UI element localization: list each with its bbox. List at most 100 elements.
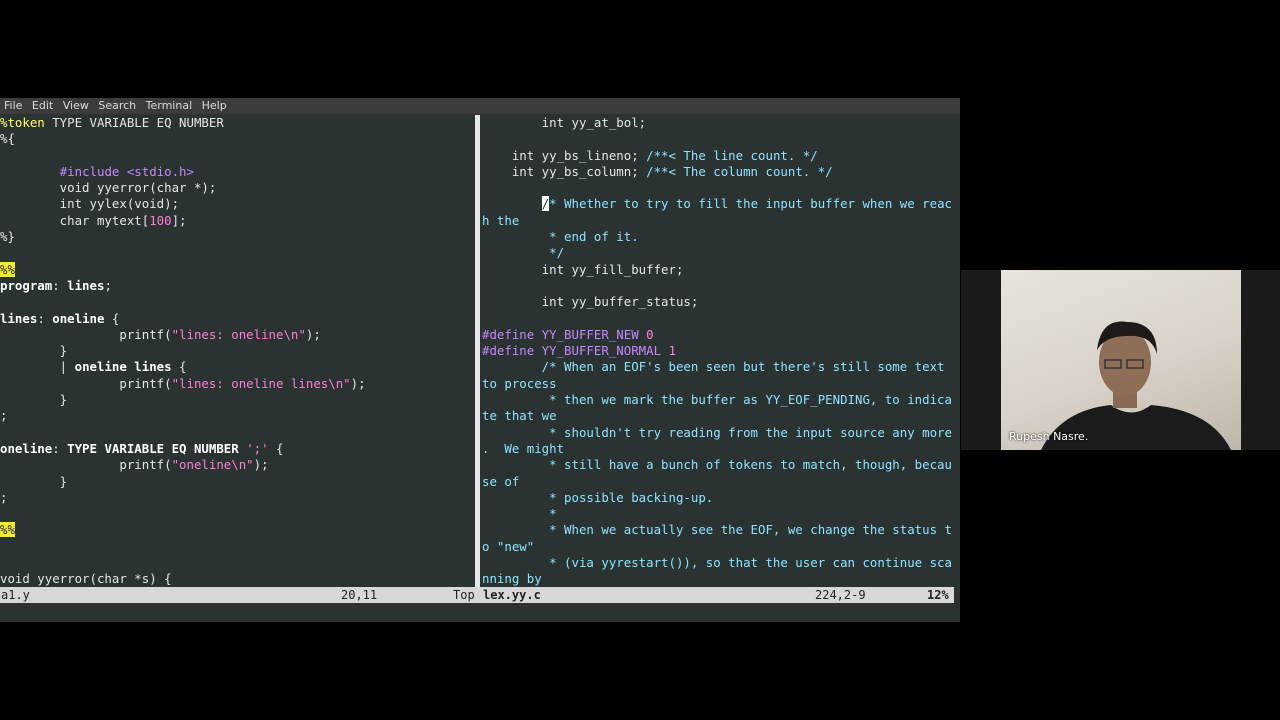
code-line: int yylex(void); bbox=[0, 196, 474, 212]
code-line: * (via yyrestart()), so that the user ca… bbox=[482, 555, 954, 571]
code-token: se of bbox=[482, 473, 520, 489]
code-line: h the bbox=[482, 213, 954, 229]
code-line: #define YY_BUFFER_NEW 0 bbox=[482, 327, 954, 343]
code-line: program: lines; bbox=[0, 278, 474, 294]
code-token: printf( bbox=[0, 375, 172, 391]
code-token: #define YY_BUFFER_NEW bbox=[482, 326, 647, 342]
code-token: ); bbox=[305, 326, 321, 342]
menu-search[interactable]: Search bbox=[98, 99, 136, 112]
code-token: : bbox=[37, 310, 53, 326]
code-token: . We might bbox=[482, 440, 565, 456]
code-token: lines bbox=[67, 277, 105, 293]
code-token: int yy_bs_lineno; bbox=[482, 147, 647, 163]
code-line: printf("oneline\n"); bbox=[0, 457, 474, 473]
code-token: ); bbox=[350, 375, 366, 391]
code-token: : bbox=[52, 277, 68, 293]
code-token: * end of it. bbox=[482, 229, 639, 245]
right-scroll-position: 12% bbox=[927, 588, 949, 602]
code-token: void yyerror(char *); bbox=[0, 180, 217, 196]
code-line: to process bbox=[482, 376, 954, 392]
code-line: | oneline lines { bbox=[0, 359, 474, 375]
code-token: /**< The column count. */ bbox=[646, 163, 833, 179]
code-token: * then we mark the buffer as YY_EOF_PEND… bbox=[482, 392, 952, 408]
code-token: %token bbox=[0, 115, 45, 130]
code-token: %{ bbox=[0, 131, 15, 147]
code-token: TYPE VARIABLE EQ NUMBER bbox=[67, 440, 239, 456]
menu-help[interactable]: Help bbox=[202, 99, 227, 112]
menu-bar: File Edit View Search Terminal Help bbox=[0, 98, 960, 114]
menu-edit[interactable]: Edit bbox=[32, 99, 53, 112]
code-line: /* Whether to try to fill the input buff… bbox=[482, 196, 954, 212]
code-token: int yylex(void); bbox=[0, 196, 180, 212]
right-editor-pane[interactable]: int yy_at_bol; int yy_bs_lineno; /**< Th… bbox=[482, 115, 954, 588]
code-line: ; bbox=[0, 408, 474, 424]
code-token: oneline bbox=[0, 440, 53, 456]
code-token: * (via yyrestart()), so that the user ca… bbox=[482, 555, 952, 571]
code-line: int yy_at_bol; bbox=[482, 115, 954, 131]
code-line: printf("lines: oneline\n"); bbox=[0, 327, 474, 343]
code-line: %token TYPE VARIABLE EQ NUMBER bbox=[0, 115, 474, 131]
participant-name: Rupesh Nasre. bbox=[1009, 430, 1089, 443]
menu-terminal[interactable]: Terminal bbox=[146, 99, 193, 112]
left-file-name: a1.y bbox=[1, 588, 30, 602]
code-token: ';' bbox=[246, 440, 269, 456]
code-line: . We might bbox=[482, 441, 954, 457]
code-token: to process bbox=[482, 375, 557, 391]
code-token: "lines: oneline lines\n" bbox=[171, 375, 351, 391]
code-line: int yy_fill_buffer; bbox=[482, 262, 954, 278]
code-token: } bbox=[0, 392, 68, 408]
code-token: : bbox=[52, 440, 68, 456]
menu-file[interactable]: File bbox=[4, 99, 22, 112]
code-token: ]; bbox=[171, 212, 187, 228]
code-token: printf( bbox=[0, 457, 172, 473]
code-token: 1 bbox=[668, 343, 676, 359]
code-token: 100 bbox=[149, 212, 172, 228]
code-token: int yy_bs_column; bbox=[482, 163, 647, 179]
code-token: int yy_fill_buffer; bbox=[482, 261, 684, 277]
code-line: int yy_buffer_status; bbox=[482, 294, 954, 310]
code-token: */ bbox=[482, 245, 565, 261]
code-token: "lines: oneline\n" bbox=[171, 326, 306, 342]
code-line: */ bbox=[482, 245, 954, 261]
vertical-split-divider[interactable] bbox=[475, 115, 480, 588]
code-token: * Whether to try to fill the input buffe… bbox=[549, 196, 952, 212]
menu-view[interactable]: View bbox=[63, 99, 89, 112]
left-editor-pane[interactable]: %token TYPE VARIABLE EQ NUMBER %{ #includ… bbox=[0, 115, 474, 588]
code-token: ); bbox=[253, 457, 269, 473]
code-line: char mytext[100]; bbox=[0, 213, 474, 229]
webcam-tile: Rupesh Nasre. bbox=[961, 270, 1280, 450]
code-token: * still have a bunch of tokens to match,… bbox=[482, 457, 952, 473]
code-token: ; bbox=[104, 277, 112, 293]
code-line: o "new" bbox=[482, 539, 954, 555]
code-line: * still have a bunch of tokens to match,… bbox=[482, 457, 954, 473]
code-token: oneline bbox=[52, 310, 105, 326]
code-line: #include <stdio.h> bbox=[0, 164, 474, 180]
code-token: { bbox=[104, 310, 120, 326]
code-token: /**< The line count. */ bbox=[646, 147, 818, 163]
code-line: * bbox=[482, 506, 954, 522]
code-line: int yy_bs_column; /**< The column count.… bbox=[482, 164, 954, 180]
code-line: %{ bbox=[0, 131, 474, 147]
terminal-window: File Edit View Search Terminal Help %tok… bbox=[0, 98, 960, 622]
right-file-name: lex.yy.c bbox=[483, 588, 541, 602]
code-line: %} bbox=[0, 229, 474, 245]
person-silhouette-icon bbox=[1041, 321, 1231, 450]
code-line: * possible backing-up. bbox=[482, 490, 954, 506]
code-line: * shouldn't try reading from the input s… bbox=[482, 425, 954, 441]
right-cursor-position: 224,2-9 bbox=[815, 588, 866, 602]
code-token: /* When an EOF's been seen but there's s… bbox=[482, 359, 945, 375]
code-line: } bbox=[0, 474, 474, 490]
code-token: %} bbox=[0, 229, 15, 245]
code-line: * When we actually see the EOF, we chang… bbox=[482, 522, 954, 538]
code-token: 0 bbox=[646, 326, 654, 342]
code-token: "oneline\n" bbox=[171, 457, 254, 473]
